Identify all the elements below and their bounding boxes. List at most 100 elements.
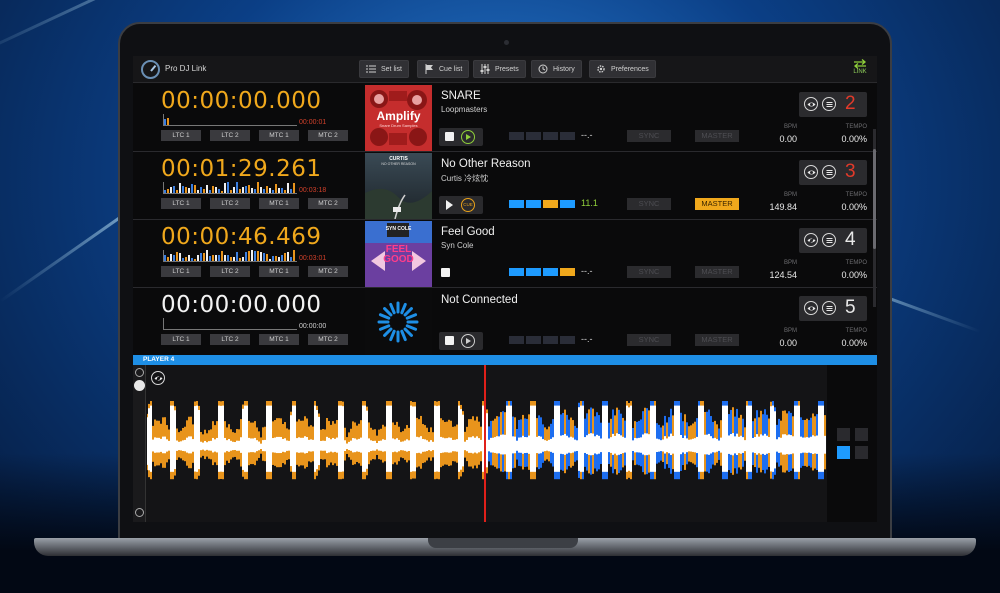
sync-button[interactable]: SYNC <box>627 334 671 346</box>
mtc1-button[interactable]: MTC 1 <box>259 130 299 141</box>
play-button[interactable] <box>446 200 453 210</box>
master-button[interactable]: MASTER <box>695 266 739 278</box>
beat-cell <box>526 200 541 208</box>
deck-row: 00:00:00.000 00:00:00 LTC 1 LTC 2 MTC 1 … <box>133 288 877 356</box>
beat-cell <box>526 268 541 276</box>
ltc2-button[interactable]: LTC 2 <box>210 334 250 345</box>
mini-wave-bar <box>185 257 187 261</box>
history-icon <box>538 64 548 74</box>
mini-wave-bar <box>248 185 250 193</box>
timecode-display: 00:00:00.000 <box>161 292 322 318</box>
presets-button[interactable]: Presets <box>473 60 526 78</box>
beat-cell <box>509 336 524 344</box>
deck-list-scrollbar[interactable] <box>873 129 876 307</box>
timecode-buttons: LTC 1 LTC 2 MTC 1 MTC 2 <box>161 198 348 209</box>
waveform-visibility-button[interactable] <box>151 371 165 385</box>
ltc2-button[interactable]: LTC 2 <box>210 266 250 277</box>
waveform-display[interactable] <box>147 365 827 522</box>
ltc1-button[interactable]: LTC 1 <box>161 266 201 277</box>
master-button[interactable]: MASTER <box>695 198 739 210</box>
mini-wave-bar <box>176 190 178 193</box>
hot-cue-pad[interactable] <box>855 428 868 441</box>
beat-indicator <box>509 200 575 208</box>
sync-button[interactable]: SYNC <box>627 130 671 142</box>
tempo-value: 0.00% <box>841 202 867 212</box>
preferences-button[interactable]: Preferences <box>589 60 656 78</box>
history-button[interactable]: History <box>531 60 582 78</box>
stop-button[interactable] <box>441 268 450 277</box>
eye-icon <box>807 306 816 311</box>
mini-wave-bar <box>293 250 295 261</box>
beat-cell <box>543 336 558 344</box>
stop-button[interactable] <box>445 132 454 141</box>
player-number: 2 <box>845 93 856 114</box>
mini-wave-bar <box>242 187 244 193</box>
eye-icon <box>807 170 816 175</box>
stop-button[interactable] <box>445 336 454 345</box>
menu-button[interactable] <box>822 301 836 315</box>
track-title: No Other Reason <box>441 158 531 170</box>
hot-cue-pad[interactable] <box>837 446 850 459</box>
ltc1-button[interactable]: LTC 1 <box>161 130 201 141</box>
ltc1-button[interactable]: LTC 1 <box>161 334 201 345</box>
mini-wave-bar <box>212 255 214 261</box>
mini-wave-bar <box>224 183 226 193</box>
mini-wave-bar <box>191 184 193 193</box>
mtc1-button[interactable]: MTC 1 <box>259 266 299 277</box>
mtc1-button[interactable]: MTC 1 <box>259 198 299 209</box>
hot-cue-pad[interactable] <box>837 428 850 441</box>
visibility-button[interactable] <box>804 301 818 315</box>
menu-button[interactable] <box>822 97 836 111</box>
mtc2-button[interactable]: MTC 2 <box>308 130 348 141</box>
mtc2-button[interactable]: MTC 2 <box>308 198 348 209</box>
menu-button[interactable] <box>822 165 836 179</box>
beat-cell <box>509 132 524 140</box>
mtc2-button[interactable]: MTC 2 <box>308 266 348 277</box>
menu-button[interactable] <box>822 233 836 247</box>
zoom-out-icon[interactable] <box>135 508 144 517</box>
beat-cell <box>560 200 575 208</box>
gear-icon <box>597 65 605 73</box>
mtc1-button[interactable]: MTC 1 <box>259 334 299 345</box>
hot-cue-pad[interactable] <box>855 446 868 459</box>
sync-button[interactable]: SYNC <box>627 198 671 210</box>
cue-list-button[interactable]: Cue list <box>417 60 470 78</box>
play-button[interactable] <box>461 130 475 144</box>
set-list-button[interactable]: Set list <box>359 60 410 78</box>
mini-wave-bar <box>188 255 190 261</box>
play-button[interactable] <box>461 334 475 348</box>
beat-cell <box>560 336 575 344</box>
track-title: Feel Good <box>441 226 495 238</box>
visibility-button[interactable] <box>804 233 818 247</box>
ltc2-button[interactable]: LTC 2 <box>210 130 250 141</box>
bpm-label: BPM <box>783 192 797 198</box>
cue-button[interactable]: CUE <box>461 198 475 212</box>
mini-wave-bar <box>215 187 217 193</box>
link-indicator[interactable]: LINK <box>853 59 867 75</box>
master-button[interactable]: MASTER <box>695 334 739 346</box>
mini-wave-bar <box>206 185 208 193</box>
zoom-slider[interactable] <box>133 365 146 522</box>
mini-wave-bar <box>287 183 289 193</box>
mini-wave-bar <box>167 118 169 125</box>
spinner-spoke <box>378 324 391 331</box>
master-button[interactable]: MASTER <box>695 130 739 142</box>
mini-wave-bar <box>260 187 262 193</box>
timecode-buttons: LTC 1 LTC 2 MTC 1 MTC 2 <box>161 334 348 345</box>
track-title: SNARE <box>441 90 481 102</box>
beat-cell <box>543 200 558 208</box>
eye-icon <box>807 102 816 107</box>
zoom-handle[interactable] <box>134 380 145 391</box>
visibility-button[interactable] <box>804 165 818 179</box>
mini-wave-bar <box>173 186 175 193</box>
ltc2-button[interactable]: LTC 2 <box>210 198 250 209</box>
visibility-button[interactable] <box>804 97 818 111</box>
ltc1-button[interactable]: LTC 1 <box>161 198 201 209</box>
track-title: Not Connected <box>441 294 518 306</box>
zoom-in-icon[interactable] <box>135 368 144 377</box>
mini-wave-bar <box>230 257 232 261</box>
mini-wave-bar <box>251 250 253 261</box>
album-art: Amplify Snare Drum Samples <box>365 85 432 151</box>
sync-button[interactable]: SYNC <box>627 266 671 278</box>
mtc2-button[interactable]: MTC 2 <box>308 334 348 345</box>
